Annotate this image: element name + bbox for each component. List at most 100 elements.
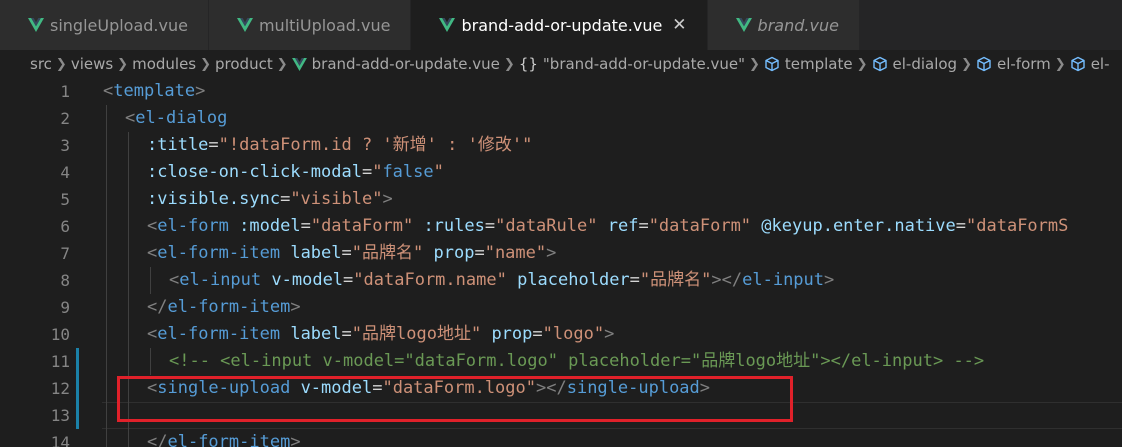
- code-line[interactable]: 4:close-on-click-modal="false": [0, 159, 1122, 186]
- indent-guide: [128, 159, 129, 186]
- token-comment: <!-- <el-input v-model="dataForm.logo" p…: [169, 351, 985, 371]
- line-number: 10: [50, 325, 70, 344]
- token-tag-name: false: [382, 162, 434, 182]
- code-line[interactable]: 9 </el-form-item>: [0, 294, 1122, 321]
- breadcrumb-item-el-form[interactable]: el-form: [997, 55, 1051, 73]
- chevron-right-icon: ❯: [55, 56, 67, 72]
- breadcrumb-item-product[interactable]: product: [215, 55, 273, 73]
- code-text: :title="!dataForm.id ? '新增' : '修改'": [147, 132, 532, 159]
- tab-single-upload[interactable]: singleUpload.vue: [0, 0, 209, 50]
- code-line[interactable]: 1 <template>: [0, 78, 1122, 105]
- token-string: "dataFormS: [966, 216, 1069, 236]
- chevron-right-icon: ❯: [1054, 56, 1066, 72]
- token-attribute: :rules: [423, 216, 485, 236]
- indent-guide: [106, 402, 107, 429]
- chevron-right-icon: ❯: [117, 56, 129, 72]
- token-string: "name": [484, 243, 547, 263]
- editor-tab-bar: singleUpload.vue multiUpload.vue brand-a…: [0, 0, 1122, 50]
- token-text: =: [280, 189, 291, 209]
- indent-guide: [106, 294, 107, 321]
- code-line[interactable]: 8 <el-input v-model="dataForm.name" place…: [0, 267, 1122, 294]
- chevron-right-icon: ❯: [856, 56, 868, 72]
- line-number: 11: [50, 352, 70, 371]
- token-tag-name: el-form: [157, 216, 229, 236]
- tab-brand-add-or-update[interactable]: brand-add-or-update.vue ✕: [411, 0, 708, 50]
- token-punct: >: [382, 189, 393, 209]
- token-tag-name: el-form-item: [167, 432, 291, 447]
- symbol-cube-icon: [764, 56, 780, 72]
- code-text: <template>: [103, 78, 205, 105]
- token-punct: <: [125, 108, 136, 128]
- token-attribute: prop: [433, 243, 475, 263]
- token-text: =: [638, 216, 649, 236]
- indent-guide: [106, 348, 107, 375]
- token-punct: >: [824, 270, 835, 290]
- line-number: 3: [60, 136, 70, 155]
- token-attribute: label: [290, 243, 342, 263]
- token-string: ": [433, 162, 444, 182]
- indent-guide: [106, 267, 107, 294]
- token-punct: </: [147, 432, 168, 447]
- indent-guide: [128, 213, 129, 240]
- code-line[interactable]: 6 <el-form :model="dataForm" :rules="data…: [0, 213, 1122, 240]
- breadcrumb-item-src[interactable]: src: [30, 55, 52, 73]
- code-line[interactable]: 7 <el-form-item label="品牌名" prop="name">: [0, 240, 1122, 267]
- code-line[interactable]: 3 :title="!dataForm.id ? '新增' : '修改'": [0, 132, 1122, 159]
- token-attribute: :visible.sync: [147, 189, 281, 209]
- token-string: "dataForm": [310, 216, 414, 236]
- code-line[interactable]: 2 <el-dialog: [0, 105, 1122, 132]
- indent-guide: [150, 348, 151, 375]
- code-line[interactable]: 14 </el-form-item>: [0, 429, 1122, 447]
- line-number: 9: [60, 298, 70, 317]
- token-punct: <: [103, 81, 114, 101]
- code-text: <!-- <el-input v-model="dataForm.logo" p…: [169, 348, 984, 375]
- indent-guide: [106, 321, 107, 348]
- token-punct: <: [147, 324, 158, 344]
- line-number: 8: [60, 271, 70, 290]
- breadcrumb-item-el-dialog[interactable]: el-dialog: [893, 55, 958, 73]
- breadcrumb-item-views[interactable]: views: [71, 55, 113, 73]
- vue-file-icon: [736, 18, 752, 32]
- close-icon[interactable]: ✕: [672, 15, 686, 35]
- vue-file-icon: [237, 18, 253, 32]
- tab-label: brand-add-or-update.vue: [461, 15, 663, 35]
- breadcrumb-item-modules[interactable]: modules: [132, 55, 196, 73]
- indent-guide: [128, 429, 129, 447]
- token-text: =: [341, 243, 352, 263]
- code-line[interactable]: 5:visible.sync="visible">: [0, 186, 1122, 213]
- token-punct: >: [195, 81, 206, 101]
- token-string: "dataForm": [648, 216, 752, 236]
- indent-guide: [128, 267, 129, 294]
- line-number: 6: [60, 217, 70, 236]
- breadcrumb-item-file[interactable]: brand-add-or-update.vue: [312, 55, 500, 73]
- breadcrumb-item-el-truncated[interactable]: el-: [1091, 55, 1110, 73]
- indent-guide: [128, 186, 129, 213]
- tab-multi-upload[interactable]: multiUpload.vue: [208, 0, 412, 50]
- indent-guide: [106, 429, 107, 447]
- code-text: <el-dialog: [125, 105, 227, 132]
- code-text: <el-input v-model="dataForm.name" placeh…: [169, 267, 834, 294]
- indent-guide: [150, 267, 151, 294]
- token-attribute: v-model: [271, 270, 344, 290]
- vue-file-icon: [28, 18, 44, 32]
- tab-brand[interactable]: brand.vue: [707, 0, 860, 50]
- token-string: "dataForm.name": [353, 270, 507, 290]
- token-punct: <: [147, 243, 158, 263]
- token-string: "visible": [290, 189, 383, 209]
- token-text: =: [208, 135, 219, 155]
- breadcrumb-item-template[interactable]: template: [785, 55, 853, 73]
- token-text: =: [300, 216, 311, 236]
- token-attribute: :title: [147, 135, 209, 155]
- code-text: <el-form :model="dataForm" :rules="dataR…: [147, 213, 1068, 240]
- token-string: "品牌logo地址": [351, 324, 482, 344]
- line-number: 14: [50, 433, 70, 447]
- breadcrumb-item-component[interactable]: "brand-add-or-update.vue": [543, 55, 745, 73]
- code-line[interactable]: 11 <!-- <el-input v-model="dataForm.logo"…: [0, 348, 1122, 375]
- token-punct: >: [290, 432, 301, 447]
- code-line[interactable]: 10 <el-form-item label="品牌logo地址" prop="l…: [0, 321, 1122, 348]
- line-number: 13: [50, 406, 70, 425]
